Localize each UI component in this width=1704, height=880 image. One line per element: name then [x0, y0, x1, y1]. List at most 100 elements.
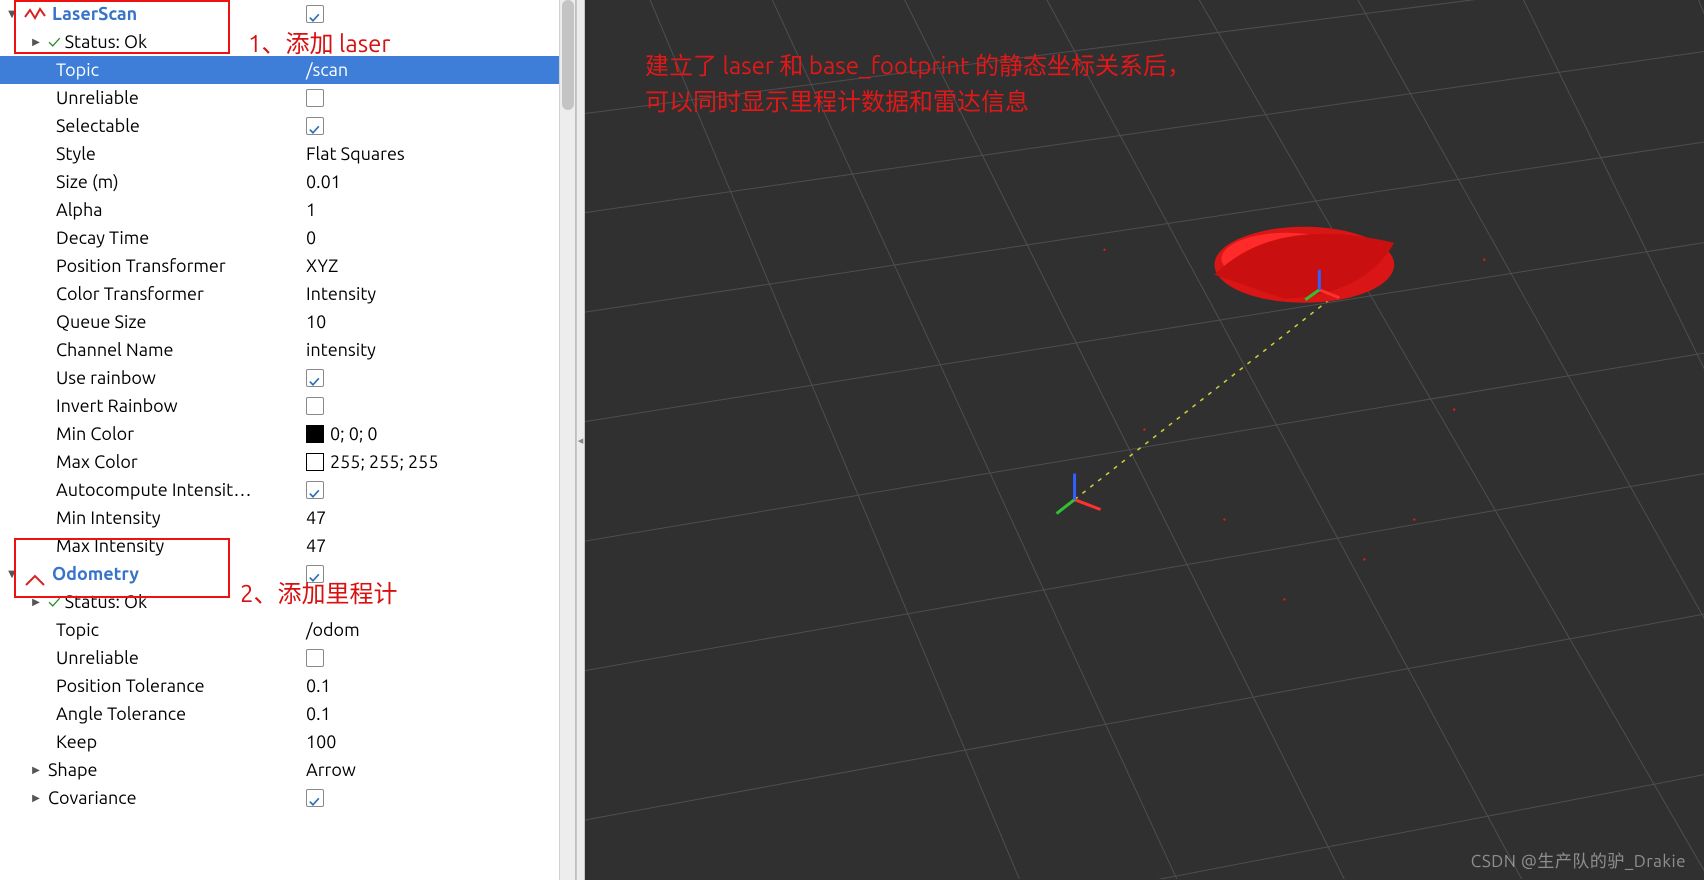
prop-unreliable-row[interactable]: Unreliable: [0, 84, 560, 112]
prop-shape-row[interactable]: Shape Arrow: [0, 756, 560, 784]
prop-label: Channel Name: [56, 336, 173, 364]
prop-value[interactable]: 0: [306, 224, 316, 252]
app-root: LaserScan ✓ Status: Ok Topic /scan Unrel…: [0, 0, 1704, 880]
prop-value[interactable]: Flat Squares: [306, 140, 405, 168]
prop-label: Style: [56, 140, 96, 168]
laserscan-icon: [24, 7, 46, 21]
3d-viewport[interactable]: 建立了 laser 和 base_footprint 的静态坐标关系后， 可以同…: [585, 0, 1704, 880]
prop-label: Max Intensity: [56, 532, 164, 560]
color-swatch-white[interactable]: [306, 453, 324, 471]
expand-icon[interactable]: [4, 6, 20, 22]
odometry-icon: [24, 567, 46, 581]
prop-label: Unreliable: [56, 644, 139, 672]
prop-maxcolor-row[interactable]: Max Color 255; 255; 255: [0, 448, 560, 476]
prop-value[interactable]: 100: [306, 728, 336, 756]
prop-selectable-row[interactable]: Selectable: [0, 112, 560, 140]
prop-label: Topic: [56, 56, 99, 84]
prop-value[interactable]: /odom: [306, 616, 360, 644]
prop-queue-row[interactable]: Queue Size 10: [0, 308, 560, 336]
prop-value[interactable]: XYZ: [306, 252, 338, 280]
prop-value[interactable]: 1: [306, 196, 316, 224]
prop-value[interactable]: 0.1: [306, 672, 331, 700]
laserscan-display-row[interactable]: LaserScan: [0, 0, 560, 28]
selectable-checkbox[interactable]: [306, 117, 324, 135]
prop-label: Position Transformer: [56, 252, 226, 280]
expand-icon[interactable]: [28, 790, 44, 806]
laserscan-status-row[interactable]: ✓ Status: Ok: [0, 28, 560, 56]
prop-value: 0; 0; 0: [330, 420, 378, 448]
prop-autoint-row[interactable]: Autocompute Intensit…: [0, 476, 560, 504]
prop-keep-row[interactable]: Keep 100: [0, 728, 560, 756]
prop-label: Position Tolerance: [56, 672, 205, 700]
prop-label: Decay Time: [56, 224, 149, 252]
prop-value[interactable]: 47: [306, 532, 326, 560]
prop-style-row[interactable]: Style Flat Squares: [0, 140, 560, 168]
prop-label: Angle Tolerance: [56, 700, 186, 728]
prop-label: Selectable: [56, 112, 140, 140]
prop-label: Max Color: [56, 448, 138, 476]
prop-invrainbow-row[interactable]: Invert Rainbow: [0, 392, 560, 420]
covariance-checkbox[interactable]: [306, 789, 324, 807]
overlay-annotation: 建立了 laser 和 base_footprint 的静态坐标关系后， 可以同…: [645, 48, 1191, 120]
checkmark-icon: ✓: [48, 588, 61, 616]
prop-label: Topic: [56, 616, 99, 644]
prop-odom-unreliable-row[interactable]: Unreliable: [0, 644, 560, 672]
splitter-handle[interactable]: ◂: [576, 0, 585, 880]
unreliable-checkbox[interactable]: [306, 89, 324, 107]
prop-angtol-row[interactable]: Angle Tolerance 0.1: [0, 700, 560, 728]
prop-value[interactable]: Intensity: [306, 280, 376, 308]
prop-value[interactable]: Arrow: [306, 756, 356, 784]
expand-icon[interactable]: [28, 594, 44, 610]
odometry-display-row[interactable]: Odometry: [0, 560, 560, 588]
prop-postrans-row[interactable]: Position Transformer XYZ: [0, 252, 560, 280]
prop-value[interactable]: /scan: [306, 56, 348, 84]
prop-value[interactable]: 0.1: [306, 700, 331, 728]
prop-size-row[interactable]: Size (m) 0.01: [0, 168, 560, 196]
prop-maxint-row[interactable]: Max Intensity 47: [0, 532, 560, 560]
prop-label: Use rainbow: [56, 364, 156, 392]
expand-icon[interactable]: [4, 566, 20, 582]
odometry-name: Odometry: [52, 560, 139, 588]
prop-postol-row[interactable]: Position Tolerance 0.1: [0, 672, 560, 700]
laserscan-name: LaserScan: [52, 0, 137, 28]
rainbow-checkbox[interactable]: [306, 369, 324, 387]
prop-minint-row[interactable]: Min Intensity 47: [0, 504, 560, 532]
prop-channel-row[interactable]: Channel Name intensity: [0, 336, 560, 364]
scroll-thumb[interactable]: [562, 0, 574, 110]
status-label: Status: Ok: [65, 588, 148, 616]
prop-label: Min Color: [56, 420, 134, 448]
prop-label: Min Intensity: [56, 504, 161, 532]
autoint-checkbox[interactable]: [306, 481, 324, 499]
prop-topic-row[interactable]: Topic /scan: [0, 56, 560, 84]
vertical-scrollbar[interactable]: [559, 0, 575, 880]
prop-decay-row[interactable]: Decay Time 0: [0, 224, 560, 252]
prop-label: Shape: [48, 756, 97, 784]
tree-scroll-area[interactable]: LaserScan ✓ Status: Ok Topic /scan Unrel…: [0, 0, 560, 880]
prop-value[interactable]: 47: [306, 504, 326, 532]
overlay-line-2: 可以同时显示里程计数据和雷达信息: [645, 84, 1191, 120]
odom-unreliable-checkbox[interactable]: [306, 649, 324, 667]
prop-label: Invert Rainbow: [56, 392, 178, 420]
expand-icon[interactable]: [28, 762, 44, 778]
prop-mincolor-row[interactable]: Min Color 0; 0; 0: [0, 420, 560, 448]
prop-rainbow-row[interactable]: Use rainbow: [0, 364, 560, 392]
invrainbow-checkbox[interactable]: [306, 397, 324, 415]
expand-icon[interactable]: [28, 34, 44, 50]
prop-label: Autocompute Intensit…: [56, 476, 251, 504]
prop-value[interactable]: intensity: [306, 336, 376, 364]
odometry-enable-checkbox[interactable]: [306, 565, 324, 583]
displays-panel: LaserScan ✓ Status: Ok Topic /scan Unrel…: [0, 0, 576, 880]
prop-odom-topic-row[interactable]: Topic /odom: [0, 616, 560, 644]
prop-label: Queue Size: [56, 308, 146, 336]
prop-covariance-row[interactable]: Covariance: [0, 784, 560, 812]
status-label: Status: Ok: [65, 28, 148, 56]
laserscan-enable-checkbox[interactable]: [306, 5, 324, 23]
prop-value[interactable]: 10: [306, 308, 326, 336]
prop-alpha-row[interactable]: Alpha 1: [0, 196, 560, 224]
odometry-status-row[interactable]: ✓ Status: Ok: [0, 588, 560, 616]
prop-value: 255; 255; 255: [330, 448, 438, 476]
prop-coltrans-row[interactable]: Color Transformer Intensity: [0, 280, 560, 308]
prop-label: Covariance: [48, 784, 137, 812]
color-swatch-black[interactable]: [306, 425, 324, 443]
prop-value[interactable]: 0.01: [306, 168, 341, 196]
